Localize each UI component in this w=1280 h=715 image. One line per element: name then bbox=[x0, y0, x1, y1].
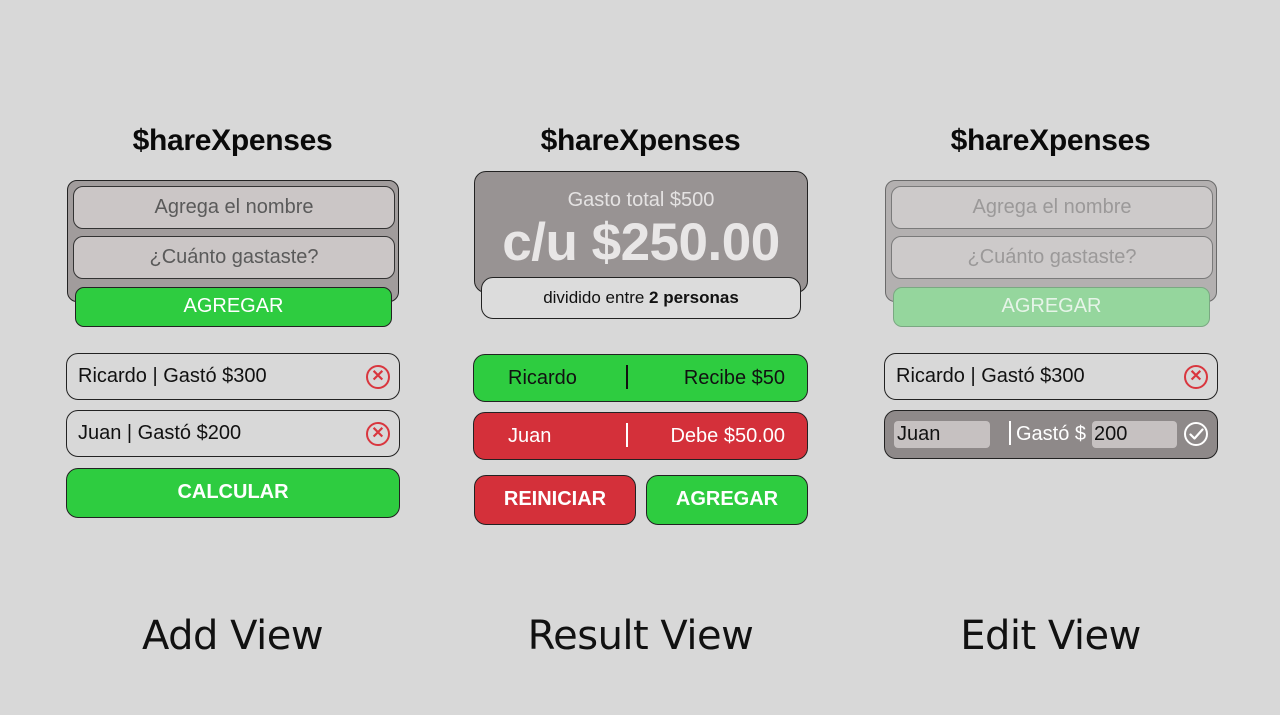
view-label: Result View bbox=[527, 613, 754, 659]
add-button[interactable]: AGREGAR bbox=[646, 475, 808, 525]
reset-button[interactable]: REINICIAR bbox=[474, 475, 636, 525]
person-label: Juan | Gastó $200 bbox=[78, 422, 242, 444]
result-amount: Recibe $50 bbox=[683, 367, 785, 389]
edit-view: $hareXpenses AGREGAR Ricardo | Gastó $30… bbox=[878, 0, 1223, 715]
edit-row: Gastó $ bbox=[884, 410, 1218, 459]
divider bbox=[1009, 421, 1011, 445]
app-title: $hareXpenses bbox=[950, 124, 1151, 157]
divider bbox=[626, 365, 628, 389]
list-item: Ricardo | Gastó $300 ✕ bbox=[884, 353, 1218, 400]
gasto-label: Gastó $ bbox=[1016, 423, 1087, 445]
split-prefix: dividido entre bbox=[543, 288, 650, 307]
result-name: Ricardo bbox=[508, 367, 577, 389]
result-summary: Gasto total $500 c/u $250.00 bbox=[474, 171, 808, 293]
edit-amount-input[interactable] bbox=[1092, 421, 1177, 448]
split-count: 2 personas bbox=[649, 288, 739, 307]
add-button[interactable]: AGREGAR bbox=[75, 287, 392, 327]
app-title: $hareXpenses bbox=[540, 124, 741, 157]
result-name: Juan bbox=[508, 425, 552, 447]
total-expense: Gasto total $500 bbox=[567, 189, 715, 211]
add-form-disabled bbox=[885, 180, 1217, 302]
view-label: Edit View bbox=[960, 613, 1141, 659]
split-info: dividido entre 2 personas bbox=[481, 277, 801, 319]
add-form bbox=[67, 180, 399, 302]
calculate-button[interactable]: CALCULAR bbox=[66, 468, 400, 518]
result-amount: Debe $50.00 bbox=[670, 425, 785, 447]
name-input bbox=[891, 186, 1213, 229]
person-label: Ricardo | Gastó $300 bbox=[896, 365, 1085, 387]
edit-name-input[interactable] bbox=[894, 421, 990, 448]
name-input[interactable] bbox=[73, 186, 395, 229]
result-row-receive: Ricardo Recibe $50 bbox=[473, 354, 808, 402]
list-item: Juan | Gastó $200 ✕ bbox=[66, 410, 400, 457]
view-label: Add View bbox=[141, 613, 324, 659]
result-view: $hareXpenses Gasto total $500 c/u $250.0… bbox=[468, 0, 813, 715]
per-person-amount: c/u $250.00 bbox=[502, 213, 780, 272]
close-circle-icon[interactable]: ✕ bbox=[1184, 365, 1208, 389]
list-item: Ricardo | Gastó $300 ✕ bbox=[66, 353, 400, 400]
add-button-disabled: AGREGAR bbox=[893, 287, 1210, 327]
person-label: Ricardo | Gastó $300 bbox=[78, 365, 267, 387]
amount-input bbox=[891, 236, 1213, 279]
add-view: $hareXpenses AGREGAR Ricardo | Gastó $30… bbox=[60, 0, 405, 715]
result-row-owe: Juan Debe $50.00 bbox=[473, 412, 808, 460]
check-circle-icon[interactable] bbox=[1184, 422, 1208, 446]
amount-input[interactable] bbox=[73, 236, 395, 279]
close-circle-icon[interactable]: ✕ bbox=[366, 422, 390, 446]
close-circle-icon[interactable]: ✕ bbox=[366, 365, 390, 389]
divider bbox=[626, 423, 628, 447]
app-title: $hareXpenses bbox=[132, 124, 333, 157]
